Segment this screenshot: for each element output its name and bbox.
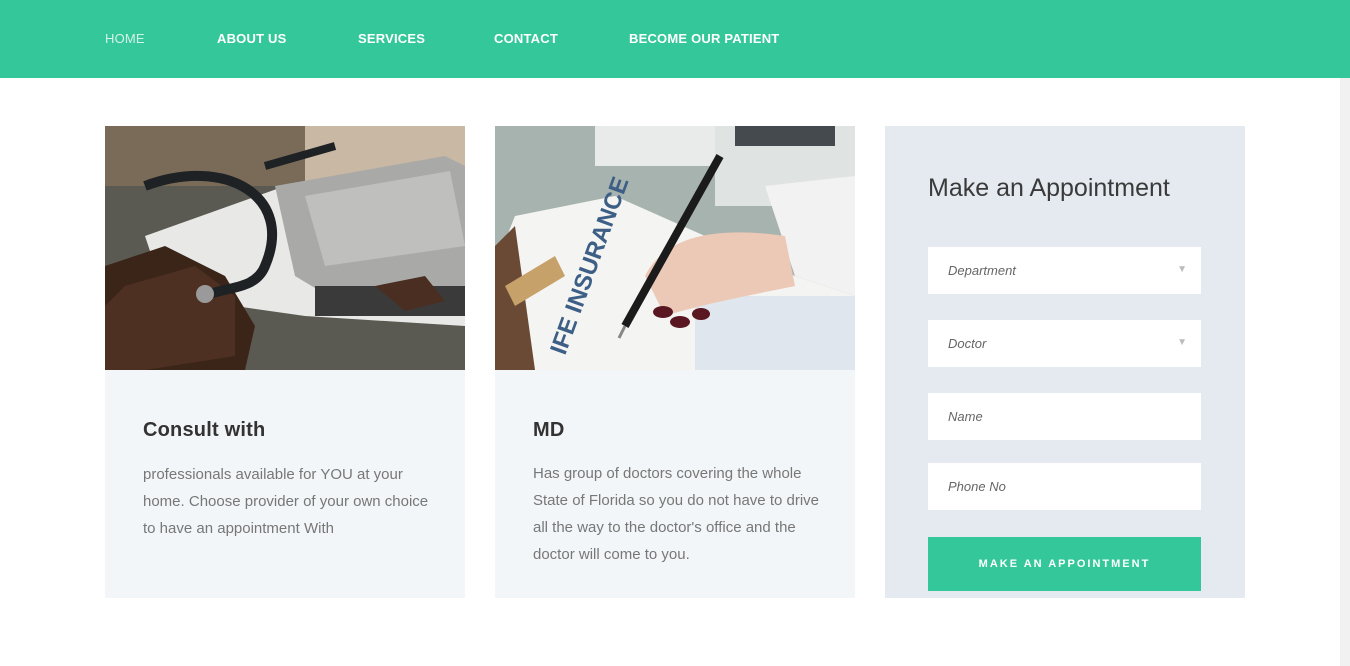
appointment-title: Make an Appointment xyxy=(928,174,1170,202)
doctor-placeholder: Doctor xyxy=(948,336,987,351)
nav-become-our-patient[interactable]: BECOME OUR PATIENT xyxy=(629,31,779,46)
department-placeholder: Department xyxy=(948,263,1016,278)
nav-contact[interactable]: CONTACT xyxy=(494,31,558,46)
service-card-md: IFE INSURANCE MD Has group of doctors co… xyxy=(495,126,855,598)
appointment-form: Make an Appointment Department ▼ Doctor … xyxy=(885,126,1245,598)
nav-home[interactable]: HOME xyxy=(105,31,145,46)
blood-pressure-cuff-photo xyxy=(105,126,465,370)
department-select[interactable]: Department ▼ xyxy=(928,247,1201,294)
page-scrollbar[interactable] xyxy=(1340,78,1350,666)
doctor-select[interactable]: Doctor ▼ xyxy=(928,320,1201,367)
chevron-down-icon: ▼ xyxy=(1177,264,1187,275)
phone-placeholder: Phone No xyxy=(948,479,1006,494)
nav-about-us[interactable]: ABOUT US xyxy=(217,31,287,46)
card-title: MD xyxy=(533,419,565,441)
make-appointment-button[interactable]: MAKE AN APPOINTMENT xyxy=(928,537,1201,591)
chevron-down-icon: ▼ xyxy=(1177,337,1187,348)
phone-input[interactable]: Phone No xyxy=(928,463,1201,510)
top-navbar: HOME ABOUT US SERVICES CONTACT BECOME OU… xyxy=(0,0,1350,78)
name-input[interactable]: Name xyxy=(928,393,1201,440)
card-title: Consult with xyxy=(143,419,266,441)
card-description: Has group of doctors covering the whole … xyxy=(533,465,820,563)
insurance-form-photo: IFE INSURANCE xyxy=(495,126,855,370)
card-description: professionals available for YOU at your … xyxy=(143,466,429,537)
nav-services[interactable]: SERVICES xyxy=(358,31,425,46)
name-placeholder: Name xyxy=(948,409,983,424)
service-card-consult: Consult with professionals available for… xyxy=(105,126,465,598)
